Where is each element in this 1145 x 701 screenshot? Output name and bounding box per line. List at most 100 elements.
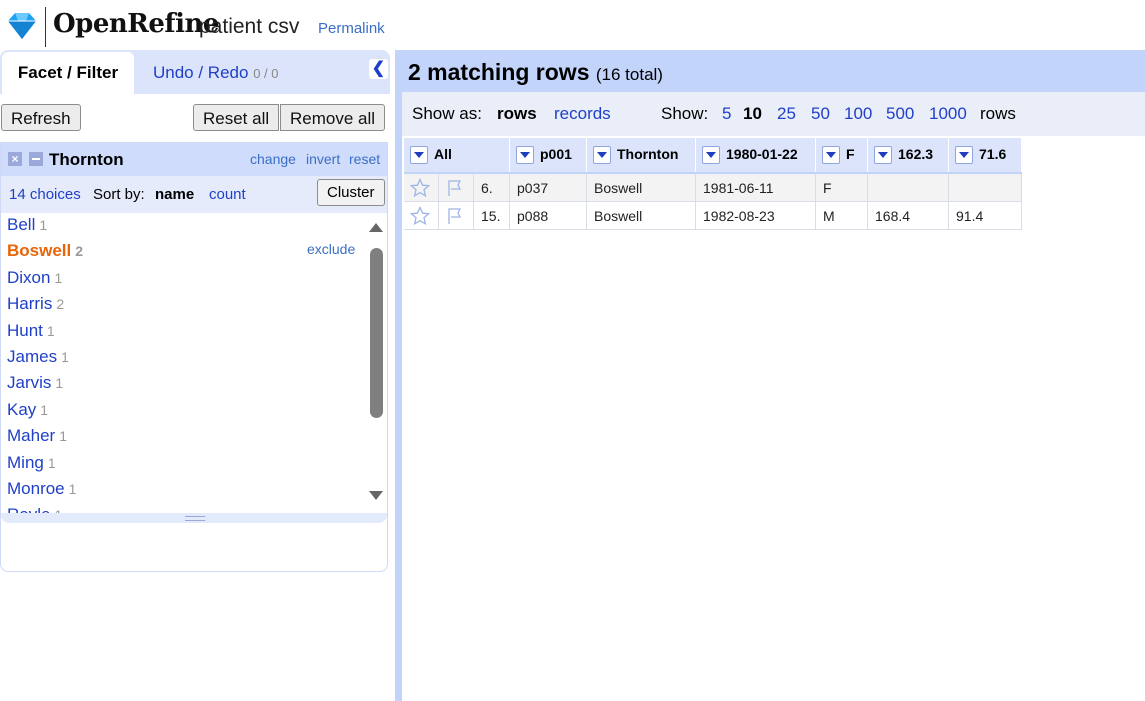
total-rows: (16 total) — [595, 65, 663, 84]
column-menu-icon[interactable] — [593, 146, 611, 165]
left-tabs: Facet / Filter Undo / Redo 0 / 0 ❮ — [0, 50, 390, 94]
flag-icon[interactable] — [445, 178, 465, 198]
page-size-10[interactable]: 10 — [743, 104, 762, 124]
facet-choice[interactable]: Maher 1 — [7, 426, 67, 446]
facet-choice[interactable]: Bell 1 — [7, 215, 47, 235]
logo-separator — [45, 7, 46, 47]
column-header-row: All p001 Thornton 1980-01-22 F 162.3 71.6 — [404, 138, 1022, 174]
column-name: 162.3 — [898, 145, 934, 162]
page-size-50[interactable]: 50 — [811, 104, 830, 124]
table-cell[interactable]: 91.4 — [948, 201, 1022, 230]
cluster-button[interactable]: Cluster — [317, 179, 385, 206]
facet-choice[interactable]: Ming 1 — [7, 453, 56, 473]
star-cell — [404, 201, 439, 230]
collapse-panel-icon[interactable]: ❮ — [369, 59, 388, 79]
facet-choice-name: Bell — [7, 215, 36, 234]
reset-all-button[interactable]: Reset all — [193, 104, 280, 131]
facet-change-link[interactable]: change — [250, 151, 296, 167]
table-cell[interactable]: Boswell — [586, 201, 696, 230]
facet-header: × Thornton change invert reset — [1, 143, 387, 176]
column-header[interactable]: All — [404, 138, 510, 174]
panel-divider[interactable] — [395, 50, 402, 701]
flag-cell — [438, 201, 474, 230]
facet-resize-handle[interactable] — [1, 513, 387, 523]
column-header[interactable]: 162.3 — [867, 138, 949, 174]
table-cell[interactable] — [948, 173, 1022, 202]
column-menu-icon[interactable] — [702, 146, 720, 165]
choices-count[interactable]: 14 choices — [9, 186, 81, 203]
facet-reset-link[interactable]: reset — [349, 151, 380, 167]
matching-rows-count: 2 matching rows — [408, 59, 590, 85]
column-header[interactable]: p001 — [509, 138, 587, 174]
close-facet-icon[interactable]: × — [8, 152, 22, 166]
table-cell[interactable]: 1982-08-23 — [695, 201, 816, 230]
page-size-5[interactable]: 5 — [722, 104, 731, 124]
facet-choice[interactable]: Royle1 — [7, 505, 62, 513]
show-as-rows[interactable]: rows — [497, 104, 537, 124]
facet-invert-link[interactable]: invert — [306, 151, 340, 167]
facet-choice[interactable]: Jarvis 1 — [7, 373, 63, 393]
scrollbar-thumb[interactable] — [370, 248, 383, 418]
column-menu-icon[interactable] — [516, 146, 534, 165]
show-as-records[interactable]: records — [554, 104, 611, 124]
facet-choice-count: 1 — [61, 349, 69, 365]
tab-undo-redo[interactable]: Undo / Redo 0 / 0 — [153, 52, 278, 94]
scroll-down-icon[interactable] — [369, 491, 383, 500]
facet-choice-count: 1 — [39, 217, 48, 233]
view-options-bar: Show as: rows records Show: 5 10 25 50 100 50… — [402, 92, 1145, 136]
tab-facet-filter[interactable]: Facet / Filter — [2, 52, 134, 94]
facet-choice[interactable]: Harris 2 — [7, 294, 64, 314]
facet-thornton: × Thornton change invert reset 14 choice… — [0, 142, 388, 572]
facet-choice[interactable]: Kay 1 — [7, 400, 48, 420]
facet-choice-count: 2 — [56, 296, 65, 313]
facet-choice-count: 2 — [75, 243, 84, 260]
facet-choice-name: Jarvis — [7, 373, 52, 393]
row-index: 6. — [473, 173, 510, 202]
facet-choice-name: Hunt — [7, 320, 43, 340]
tab-undo-label: Undo / Redo — [153, 63, 249, 82]
sort-by-name[interactable]: name — [155, 186, 194, 203]
page-size-100[interactable]: 100 — [844, 104, 872, 124]
app-name[interactable]: OpenRefine — [53, 9, 219, 39]
refresh-button[interactable]: Refresh — [1, 104, 81, 131]
table-cell[interactable]: Boswell — [586, 173, 696, 202]
minimize-facet-icon[interactable] — [29, 152, 43, 166]
exclude-link[interactable]: exclude — [307, 241, 355, 257]
page-size-500[interactable]: 500 — [886, 104, 914, 124]
data-panel: 2 matching rows (16 total) Show as: rows… — [402, 50, 1145, 701]
table-cell[interactable]: M — [815, 201, 868, 230]
page-size-25[interactable]: 25 — [777, 104, 796, 124]
column-menu-icon[interactable] — [822, 146, 840, 165]
facet-choice[interactable]: Hunt 1 — [7, 321, 55, 341]
page-size-1000[interactable]: 1000 — [929, 104, 967, 124]
table-cell[interactable]: p037 — [509, 173, 587, 202]
facet-choice[interactable]: Boswell 2 — [7, 241, 83, 261]
column-menu-icon[interactable] — [874, 146, 892, 165]
column-header[interactable]: 71.6 — [948, 138, 1022, 174]
facet-controls: 14 choices Sort by: name count Cluster — [1, 176, 387, 213]
project-name[interactable]: patient csv — [199, 15, 299, 39]
facet-choice[interactable]: James 1 — [7, 347, 69, 367]
facet-choice-name: Monroe — [7, 479, 65, 498]
column-header[interactable]: Thornton — [586, 138, 696, 174]
table-cell[interactable]: 1981-06-11 — [695, 173, 816, 202]
star-icon[interactable] — [409, 177, 431, 198]
facet-choice[interactable]: Monroe 1 — [7, 479, 76, 499]
table-cell[interactable] — [867, 173, 949, 202]
facet-choice[interactable]: Dixon 1 — [7, 268, 62, 288]
table-cell[interactable]: 168.4 — [867, 201, 949, 230]
scroll-up-icon[interactable] — [369, 223, 383, 232]
sort-by-count[interactable]: count — [209, 186, 246, 203]
flag-icon[interactable] — [445, 206, 465, 226]
column-name: F — [846, 145, 855, 162]
column-menu-icon[interactable] — [955, 146, 973, 165]
diamond-logo-icon — [8, 13, 36, 39]
column-header[interactable]: F — [815, 138, 868, 174]
column-menu-icon[interactable] — [410, 146, 428, 165]
permalink-link[interactable]: Permalink — [318, 20, 385, 37]
remove-all-button[interactable]: Remove all — [280, 104, 386, 131]
table-cell[interactable]: p088 — [509, 201, 587, 230]
table-cell[interactable]: F — [815, 173, 868, 202]
column-header[interactable]: 1980-01-22 — [695, 138, 816, 174]
star-icon[interactable] — [409, 205, 431, 226]
